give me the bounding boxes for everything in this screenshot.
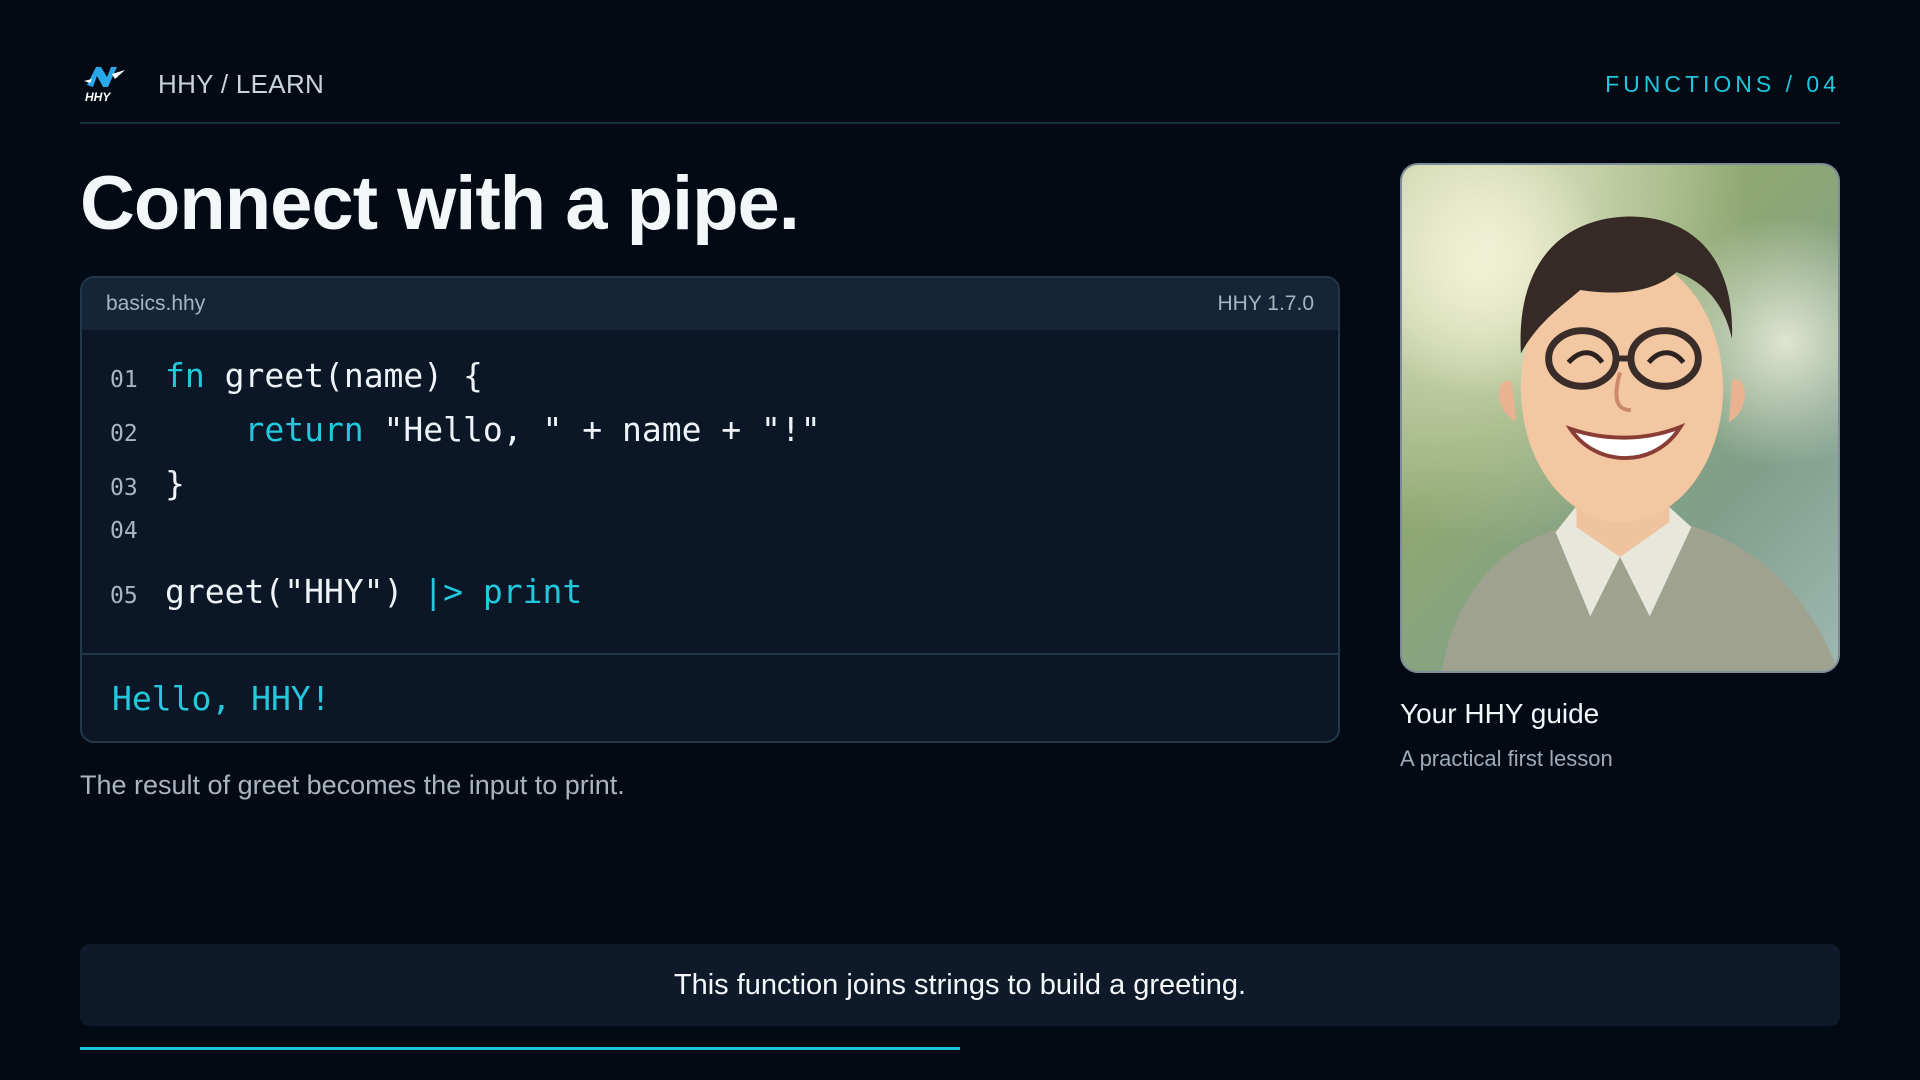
explanation-note: This function joins strings to build a g… (80, 944, 1840, 1026)
line-number: 04 (110, 518, 138, 544)
code-content: "Hello, " + name + "!" (363, 410, 821, 449)
code-line: 01 fn greet(name) { (110, 356, 1338, 410)
brand[interactable]: HHY HHY / LEARN (80, 56, 324, 112)
code-body: 01 fn greet(name) { 02 return "Hello, " … (82, 330, 1338, 655)
guide-portrait-illustration (1402, 165, 1838, 671)
code-text: fn greet(name) { (165, 356, 483, 395)
code-filename: basics.hhy (106, 292, 206, 315)
guide-title: Your HHY guide (1400, 698, 1600, 729)
code-line: 02 return "Hello, " + name + "!" (110, 410, 1338, 464)
code-line: 04 (110, 518, 1338, 572)
slide-page: HHY HHY / LEARN FUNCTIONS / 04 Connect w… (0, 0, 1920, 1080)
code-line: 05 greet("HHY") |> print (110, 572, 1338, 626)
slide-progress-fill (80, 1047, 960, 1050)
code-panel: basics.hhy HHY 1.7.0 01 fn greet(name) {… (80, 276, 1340, 743)
brand-title: HHY / LEARN (158, 68, 325, 99)
logo-text: HHY (85, 90, 111, 104)
code-line: 03 } (110, 464, 1338, 518)
code-pipe-keyword: |> print (423, 572, 583, 611)
line-number: 05 (110, 583, 138, 609)
header: HHY HHY / LEARN FUNCTIONS / 04 (80, 56, 1840, 124)
line-number: 01 (110, 367, 138, 393)
code-keyword: return (165, 410, 364, 449)
guide-portrait (1400, 163, 1840, 673)
section-label: FUNCTIONS / 04 (1605, 70, 1840, 97)
code-caption: The result of greet becomes the input to… (80, 770, 625, 800)
hhy-logo-icon: HHY (84, 67, 125, 104)
code-content: greet("HHY") (165, 572, 424, 611)
guide-subtitle: A practical first lesson (1400, 746, 1613, 771)
code-text: return "Hello, " + name + "!" (165, 410, 821, 449)
slide-title: Connect with a pipe. (80, 161, 800, 246)
line-number: 02 (110, 421, 138, 447)
slide-progress-track (80, 1047, 1840, 1050)
line-number: 03 (110, 475, 138, 501)
code-content: greet(name) { (204, 356, 483, 395)
code-panel-header: basics.hhy HHY 1.7.0 (82, 278, 1338, 330)
code-output: Hello, HHY! (112, 679, 331, 718)
code-content: } (165, 464, 185, 503)
code-version: HHY 1.7.0 (1217, 292, 1315, 315)
code-text: greet("HHY") |> print (165, 572, 582, 611)
code-keyword: fn (165, 356, 205, 395)
code-text: } (165, 464, 185, 503)
